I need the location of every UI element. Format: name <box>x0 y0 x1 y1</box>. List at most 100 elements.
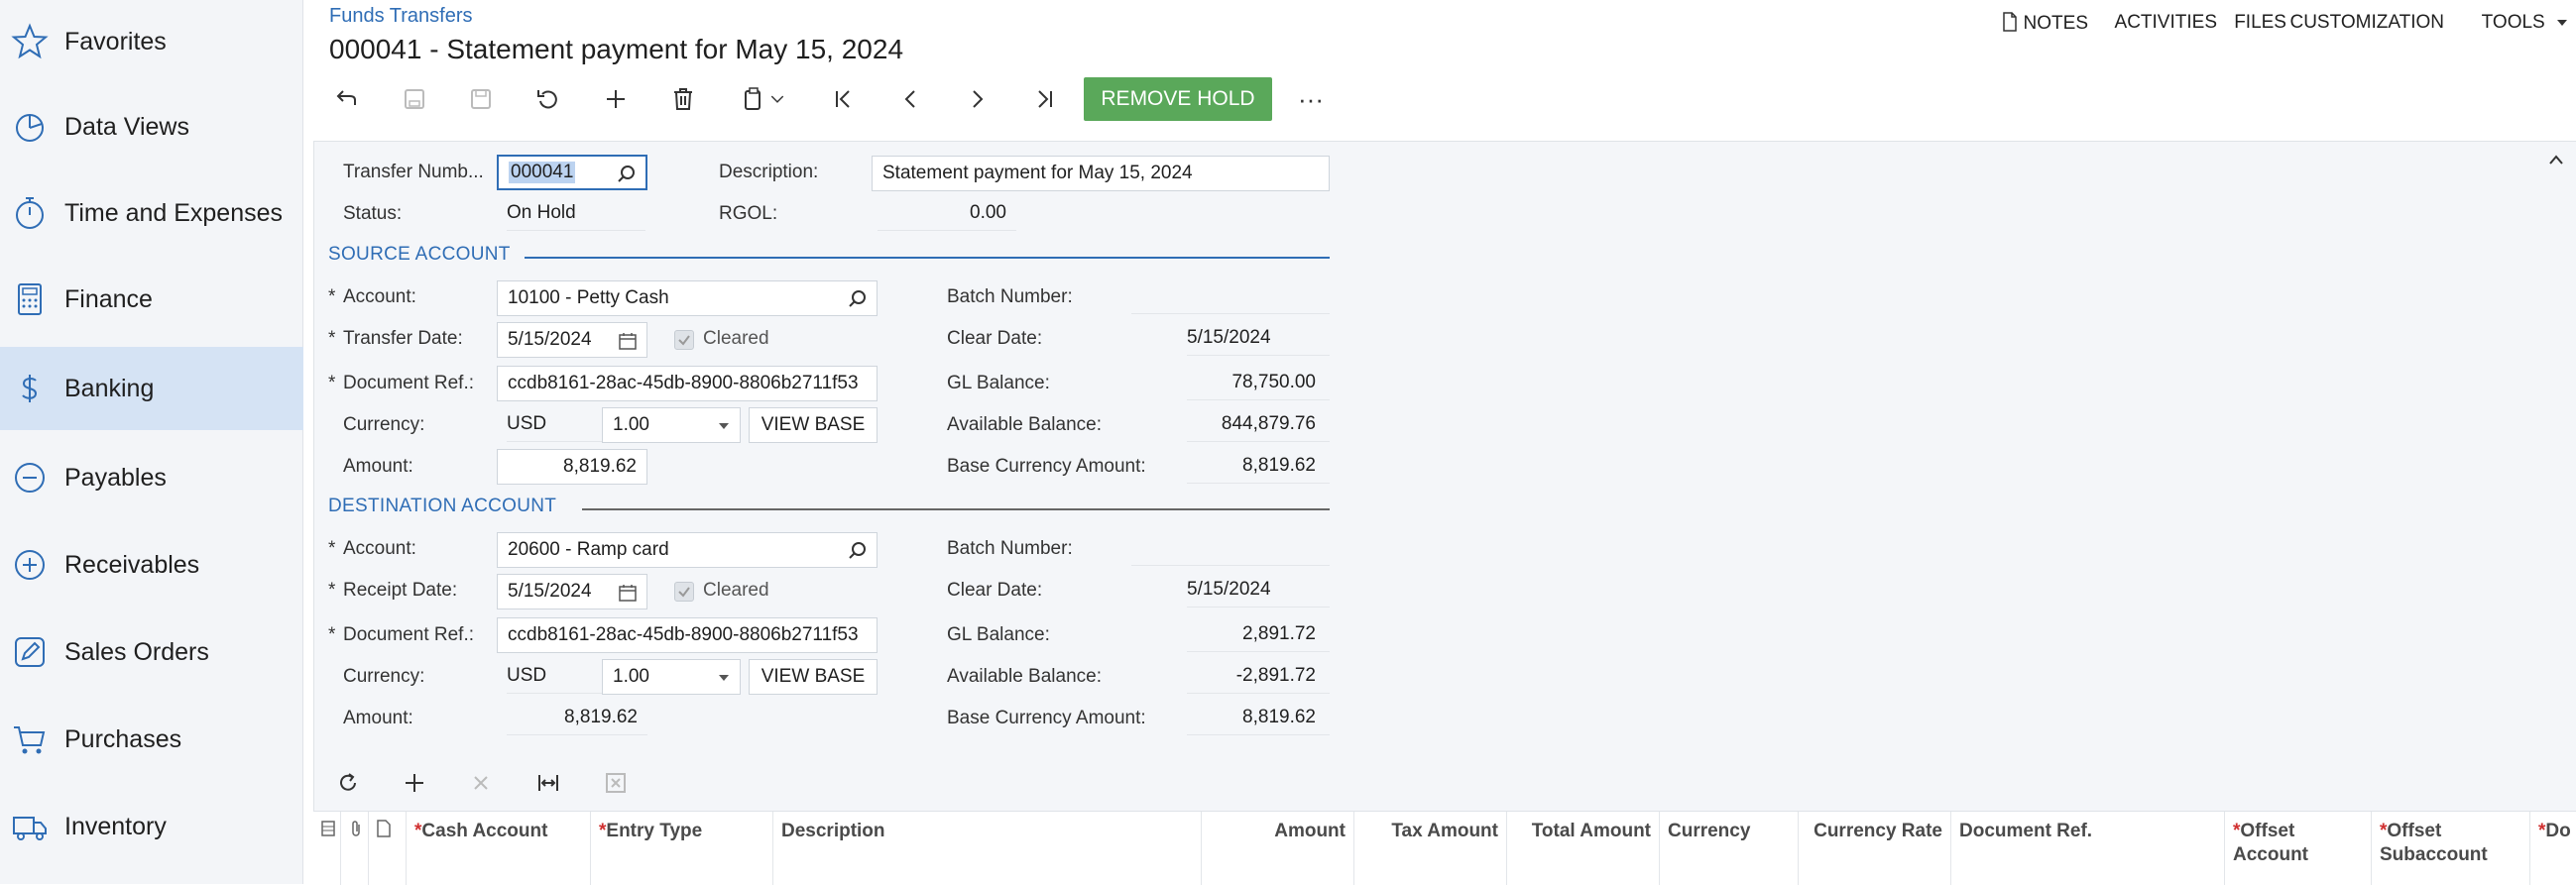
fit-width-icon <box>538 775 558 791</box>
sidebar-item-favorites[interactable]: Favorites <box>0 0 303 83</box>
destination-docref-field[interactable]: ccdb8161-28ac-45db-8900-8806b2711f53 <box>497 617 878 653</box>
source-cleared-label: Cleared <box>703 328 769 349</box>
destination-gl-balance-label: GL Balance: <box>947 624 1050 645</box>
destination-cleared-checkbox[interactable] <box>674 582 694 602</box>
column-document-ref[interactable]: Document Ref. <box>1951 812 2225 885</box>
grid-add-row-button[interactable] <box>396 765 433 801</box>
chevron-up-icon[interactable] <box>2546 152 2566 167</box>
grid-export-excel-button[interactable] <box>597 765 635 801</box>
clipboard-icon <box>745 87 761 110</box>
column-notes[interactable] <box>369 812 407 885</box>
sidebar-item-label: Inventory <box>64 812 167 840</box>
column-tax-amount[interactable]: Tax Amount <box>1354 812 1507 885</box>
first-record-button[interactable] <box>823 81 863 117</box>
remove-hold-button[interactable]: REMOVE HOLD <box>1084 77 1272 121</box>
sidebar-item-time-and-expenses[interactable]: Time and Expenses <box>0 171 303 255</box>
column-truncated[interactable]: *Do <box>2530 812 2576 885</box>
sidebar-item-payables[interactable]: Payables <box>0 436 303 519</box>
tools-menu[interactable]: TOOLS <box>2482 12 2568 34</box>
receipt-date-field[interactable]: 5/15/2024 <box>497 574 647 609</box>
column-offset-subaccount[interactable]: *Offset Subaccount <box>2372 812 2530 885</box>
column-currency[interactable]: Currency <box>1660 812 1799 885</box>
transfer-number-label: Transfer Numb... <box>343 162 484 182</box>
source-docref-field[interactable]: ccdb8161-28ac-45db-8900-8806b2711f53 <box>497 366 878 401</box>
destination-rate-select[interactable]: 1.00 <box>602 659 741 695</box>
save-close-button[interactable] <box>395 81 434 117</box>
search-icon[interactable] <box>616 164 638 185</box>
stopwatch-icon <box>16 197 44 229</box>
previous-record-button[interactable] <box>890 81 930 117</box>
column-amount[interactable]: Amount <box>1202 812 1354 885</box>
copy-paste-menu[interactable] <box>729 81 798 117</box>
trash-icon <box>674 88 692 110</box>
row-status-icon <box>321 821 335 836</box>
calendar-icon[interactable] <box>617 582 639 604</box>
more-actions-button[interactable]: ··· <box>1291 81 1331 117</box>
sidebar-item-finance[interactable]: Finance <box>0 258 303 341</box>
source-account-field[interactable]: 10100 - Petty Cash <box>497 280 878 316</box>
column-description[interactable]: Description <box>773 812 1202 885</box>
column-attachment[interactable] <box>341 812 369 885</box>
source-rate-select[interactable]: 1.00 <box>602 407 741 443</box>
search-icon[interactable] <box>847 288 869 310</box>
rgol-label: RGOL: <box>719 203 778 224</box>
calendar-icon[interactable] <box>617 330 639 352</box>
sidebar-item-banking[interactable]: Banking <box>0 347 303 430</box>
destination-account-label: Account: <box>343 538 416 559</box>
destination-currency-label: Currency: <box>343 666 425 687</box>
rgol-value: 0.00 <box>878 195 1016 231</box>
destination-account-field[interactable]: 20600 - Ramp card <box>497 532 878 568</box>
destination-view-base-button[interactable]: VIEW BASE <box>749 659 878 695</box>
destination-available-balance-value: -2,891.72 <box>1187 658 1330 694</box>
column-cash-account[interactable]: *Cash Account <box>407 812 591 885</box>
cart-icon <box>14 726 46 754</box>
source-amount-label: Amount: <box>343 456 413 477</box>
source-available-balance-value: 844,879.76 <box>1187 406 1330 442</box>
save-button[interactable] <box>461 81 501 117</box>
plus-circle-icon <box>15 550 45 580</box>
undo-arrow-icon <box>336 90 356 105</box>
grid-fit-columns-button[interactable] <box>529 765 567 801</box>
column-entry-type[interactable]: *Entry Type <box>591 812 773 885</box>
next-record-button[interactable] <box>958 81 997 117</box>
grid-delete-row-button[interactable] <box>462 765 500 801</box>
sidebar-item-label: Favorites <box>64 27 167 55</box>
sidebar-item-purchases[interactable]: Purchases <box>0 698 303 781</box>
column-currency-rate[interactable]: Currency Rate <box>1799 812 1951 885</box>
source-amount-field[interactable]: 8,819.62 <box>497 449 647 485</box>
transfer-number-field[interactable]: 000041 <box>497 155 647 190</box>
destination-gl-balance-value: 2,891.72 <box>1187 616 1330 652</box>
delete-button[interactable] <box>663 81 703 117</box>
sidebar-item-inventory[interactable]: Inventory <box>0 785 303 868</box>
destination-currency-value[interactable]: USD <box>507 658 606 694</box>
cancel-button[interactable] <box>528 81 568 117</box>
sidebar-item-label: Sales Orders <box>64 637 209 666</box>
source-currency-value[interactable]: USD <box>507 406 606 442</box>
files-button[interactable]: FILES <box>2234 12 2286 34</box>
sidebar-item-sales-orders[interactable]: Sales Orders <box>0 610 303 694</box>
tools-label: TOOLS <box>2481 12 2545 33</box>
grid-refresh-button[interactable] <box>329 765 367 801</box>
source-cleared-checkbox[interactable] <box>674 330 694 350</box>
column-label: Document Ref. <box>1959 821 2093 841</box>
source-batch-value <box>1131 278 1330 314</box>
source-clear-date-value: 5/15/2024 <box>1187 320 1330 356</box>
breadcrumb[interactable]: Funds Transfers <box>329 5 473 28</box>
last-record-button[interactable] <box>1025 81 1065 117</box>
sidebar-item-receivables[interactable]: Receivables <box>0 523 303 607</box>
back-button[interactable] <box>327 81 367 117</box>
column-offset-account[interactable]: *Offset Account <box>2225 812 2372 885</box>
activities-button[interactable]: ACTIVITIES <box>2115 12 2217 34</box>
source-view-base-button[interactable]: VIEW BASE <box>749 407 878 443</box>
add-button[interactable] <box>596 81 636 117</box>
column-total-amount[interactable]: Total Amount <box>1507 812 1660 885</box>
source-batch-label: Batch Number: <box>947 286 1073 307</box>
search-icon[interactable] <box>847 540 869 562</box>
description-field[interactable]: Statement payment for May 15, 2024 <box>872 156 1330 191</box>
destination-base-amount-value: 8,819.62 <box>1187 700 1330 735</box>
sidebar-item-data-views[interactable]: Data Views <box>0 85 303 168</box>
source-available-balance-label: Available Balance: <box>947 414 1102 435</box>
transfer-date-field[interactable]: 5/15/2024 <box>497 322 647 358</box>
customization-button[interactable]: CUSTOMIZATION <box>2289 12 2444 34</box>
notes-button[interactable]: NOTES <box>2002 12 2088 35</box>
